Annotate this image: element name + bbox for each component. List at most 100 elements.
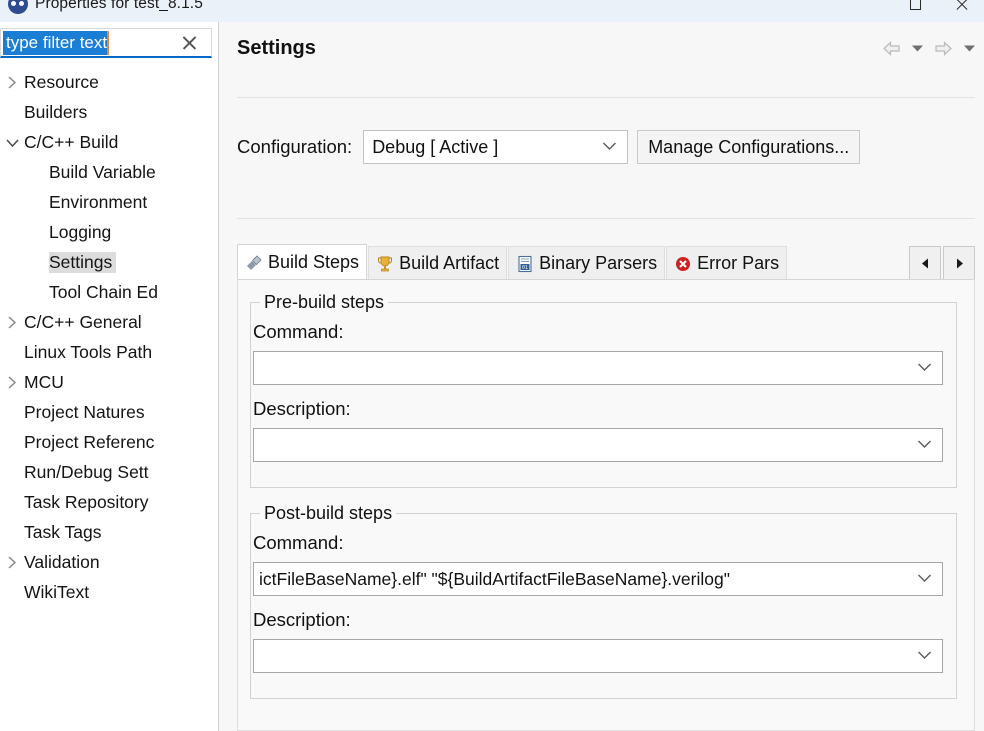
eclipse-icon	[8, 0, 28, 14]
navigation-buttons	[878, 36, 978, 62]
sidebar-item-logging[interactable]: Logging	[0, 217, 218, 247]
sidebar-item-build-variable[interactable]: Build Variable	[0, 157, 218, 187]
sidebar-item-label: Run/Debug Sett	[24, 461, 149, 482]
chevron-right-icon[interactable]	[0, 315, 24, 330]
tab-binary-parsers[interactable]: 01 Binary Parsers	[508, 246, 666, 280]
tab-scroll-right-button[interactable]	[943, 246, 975, 280]
sidebar-item-validation[interactable]: Validation	[0, 547, 218, 577]
chevron-down-icon	[917, 570, 932, 588]
window-controls	[892, 0, 984, 22]
sidebar-item-resource[interactable]: Resource	[0, 67, 218, 97]
sidebar-item-label: Task Tags	[24, 521, 102, 542]
filter-input[interactable]: type filter text	[3, 30, 110, 55]
chevron-down-icon	[911, 45, 923, 52]
forward-history-button[interactable]	[960, 36, 978, 62]
sidebar-item-label: Environment	[49, 191, 148, 212]
build-steps-tab-panel: Pre-build steps Command: Description: Po…	[237, 279, 975, 731]
settings-tree: Resource Builders C/C++ Build Build Variabl…	[0, 67, 218, 607]
pre-build-steps-group: Pre-build steps Command: Description:	[250, 292, 957, 488]
sidebar-item-settings[interactable]: Settings	[0, 247, 218, 277]
maximize-button[interactable]	[892, 0, 938, 22]
tab-label: Build Steps	[268, 252, 360, 272]
configuration-divider	[237, 218, 975, 219]
sidebar-item-label: Builders	[24, 101, 88, 122]
sidebar-item-linux-tools-path[interactable]: Linux Tools Path	[0, 337, 218, 367]
page-header: Settings	[220, 22, 984, 75]
chevron-down-icon[interactable]	[0, 137, 24, 148]
sidebar-item-label: Build Variable	[49, 161, 156, 182]
sidebar-item-c-c-general[interactable]: C/C++ General	[0, 307, 218, 337]
chevron-right-icon[interactable]	[0, 555, 24, 570]
back-arrow-icon	[882, 41, 900, 56]
chevron-right-icon[interactable]	[0, 75, 24, 90]
post-build-description-input[interactable]	[253, 639, 943, 673]
pre-build-steps-title: Pre-build steps	[260, 292, 389, 313]
page-title: Settings	[237, 37, 316, 59]
trophy-icon	[375, 254, 394, 273]
tab-scroll-left-button[interactable]	[909, 246, 941, 280]
chevron-down-icon	[602, 138, 617, 156]
configuration-select[interactable]: Debug [ Active ]	[363, 130, 629, 164]
sidebar-item-project-referenc[interactable]: Project Referenc	[0, 427, 218, 457]
clear-icon[interactable]	[182, 35, 197, 50]
close-icon	[955, 0, 968, 11]
sidebar-item-tool-chain-ed[interactable]: Tool Chain Ed	[0, 277, 218, 307]
binary-file-icon: 01	[515, 254, 534, 273]
sidebar-item-project-natures[interactable]: Project Natures	[0, 397, 218, 427]
sidebar-item-task-tags[interactable]: Task Tags	[0, 517, 218, 547]
tab-error-pars[interactable]: Error Pars	[666, 246, 788, 280]
configuration-label: Configuration:	[237, 136, 353, 157]
back-history-button[interactable]	[908, 36, 926, 62]
sidebar-item-label: C/C++ Build	[24, 131, 119, 152]
tab-label: Binary Parsers	[539, 253, 658, 273]
tab-build-steps[interactable]: Build Steps	[237, 244, 368, 280]
sidebar-item-label: WikiText	[24, 581, 90, 602]
tab-scroll-buttons	[907, 244, 975, 280]
sidebar-item-wikitext[interactable]: WikiText	[0, 577, 218, 607]
error-icon	[673, 254, 692, 273]
pre-build-description-input[interactable]	[253, 428, 943, 462]
sidebar-item-label: Project Referenc	[24, 431, 155, 452]
sidebar-item-label: Validation	[24, 551, 100, 572]
sidebar-item-c-c-build[interactable]: C/C++ Build	[0, 127, 218, 157]
pre-build-command-label: Command:	[253, 321, 344, 342]
tab-label: Build Artifact	[399, 253, 500, 273]
sidebar-item-label-selected: Settings	[49, 251, 117, 273]
sidebar-item-label: Task Repository	[24, 491, 149, 512]
manage-configurations-button[interactable]: Manage Configurations...	[637, 130, 861, 164]
pre-build-description-label: Description:	[253, 398, 351, 419]
back-button[interactable]	[878, 36, 904, 62]
forward-arrow-icon	[934, 41, 952, 56]
sidebar-item-task-repository[interactable]: Task Repository	[0, 487, 218, 517]
sidebar-item-label: Resource	[24, 71, 99, 92]
sidebar-item-label: Logging	[49, 221, 112, 242]
chevron-right-icon[interactable]	[0, 375, 24, 390]
settings-navigation-panel: type filter text Resource Builders C/C++ B…	[0, 22, 219, 731]
sidebar-item-builders[interactable]: Builders	[0, 97, 218, 127]
sidebar-item-label: Project Natures	[24, 401, 145, 422]
chevron-down-icon	[963, 45, 975, 52]
chevron-down-icon	[917, 647, 932, 665]
filter-row[interactable]: type filter text	[0, 28, 212, 58]
sidebar-item-mcu[interactable]: MCU	[0, 367, 218, 397]
sidebar-item-label: Linux Tools Path	[24, 341, 153, 362]
configuration-value: Debug [ Active ]	[372, 136, 499, 157]
close-button[interactable]	[938, 0, 984, 22]
post-build-description-label: Description:	[253, 609, 351, 630]
post-build-command-input[interactable]: ictFileBaseName}.elf" "${BuildArtifactFi…	[253, 562, 943, 596]
sidebar-item-environment[interactable]: Environment	[0, 187, 218, 217]
sidebar-item-label: Settings	[49, 251, 117, 273]
sidebar-item-run-debug-sett[interactable]: Run/Debug Sett	[0, 457, 218, 487]
pre-build-command-input[interactable]	[253, 351, 943, 385]
post-build-steps-group: Post-build steps Command: ictFileBaseNam…	[250, 503, 957, 699]
triangle-left-icon	[921, 258, 928, 268]
svg-text:01: 01	[522, 265, 528, 271]
sidebar-item-label: MCU	[24, 371, 64, 392]
forward-button[interactable]	[930, 36, 956, 62]
post-build-steps-title: Post-build steps	[260, 503, 397, 524]
title-bar: Properties for test_8.1.5	[0, 0, 984, 22]
tab-label: Error Pars	[697, 253, 780, 273]
sidebar-item-label: Tool Chain Ed	[49, 281, 158, 302]
tab-build-artifact[interactable]: Build Artifact	[368, 246, 508, 280]
settings-tab-bar: Build Steps Build Artifact 01 Binary Parser…	[237, 244, 975, 280]
